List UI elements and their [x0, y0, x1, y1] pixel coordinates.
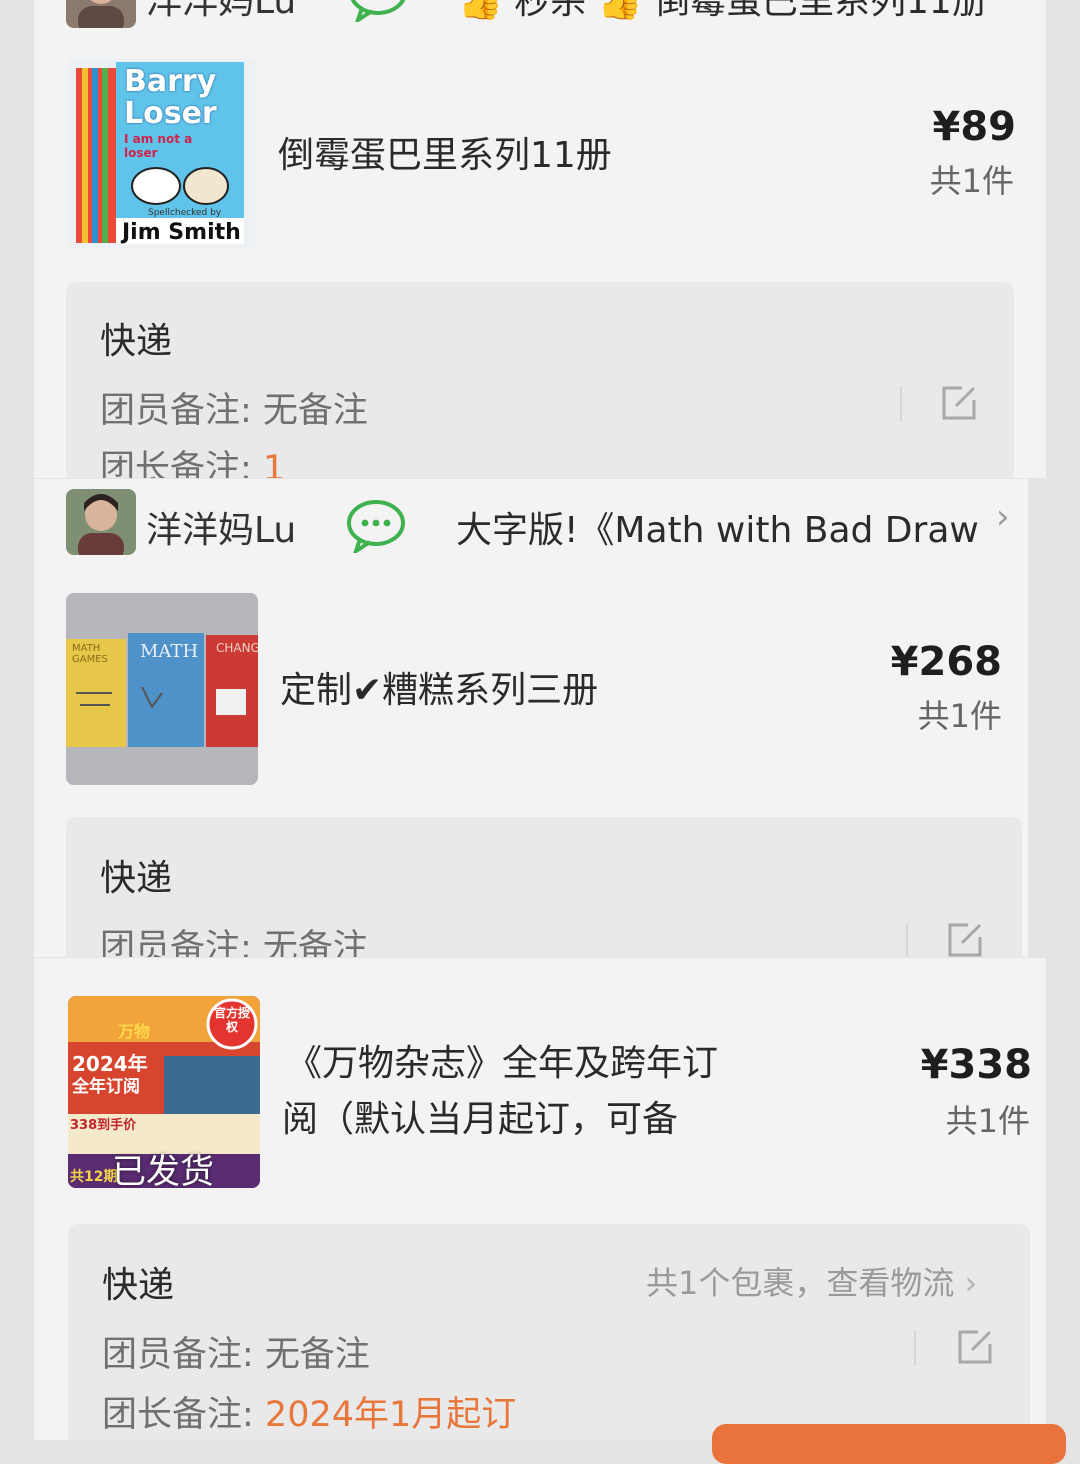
product-quantity: 共1件 [945, 1102, 1030, 1140]
chevron-right-icon[interactable]: › [996, 497, 1010, 537]
shipped-status-overlay: 已发货 [112, 1152, 214, 1188]
leader-note-label: 团长备注: [100, 449, 263, 478]
order-card-2: 洋洋妈Lu 大字版!《Math with Bad Draw › MATH GAM… [34, 479, 1028, 957]
member-note-value: 无备注 [262, 391, 368, 431]
cover-title-2: Loser [124, 96, 217, 131]
product-price: ¥268 [890, 639, 1002, 685]
member-note-label: 团员备注: [100, 928, 263, 957]
product-thumbnail[interactable]: 万物 2024年 全年订阅 官方授权 338到手价 共12期 已发货 [68, 996, 260, 1188]
edit-icon[interactable] [940, 384, 978, 422]
order-card-3: 万物 2024年 全年订阅 官方授权 338到手价 共12期 已发货 《万物杂志… [34, 958, 1046, 1440]
edit-icon[interactable] [946, 921, 984, 957]
member-nickname: 洋洋妈Lu [146, 0, 297, 22]
member-note: 团员备注: 无备注 [100, 382, 368, 433]
product-price: ¥338 [920, 1042, 1032, 1088]
wechat-chat-icon[interactable] [346, 499, 406, 553]
cover-subtitle: I am not a loser [124, 132, 193, 160]
product-quantity: 共1件 [917, 697, 1002, 735]
product-title-line-2[interactable]: 阅（默认当月起订，可备 [282, 1092, 678, 1148]
cover-text-1: 万物 [118, 1022, 151, 1041]
edit-icon[interactable] [956, 1328, 994, 1366]
product-title[interactable]: 倒霉蛋巴里系列11册 [278, 128, 612, 184]
cover-author: Jim Smith [122, 220, 241, 245]
cover-text-6: 共12期 [70, 1169, 118, 1185]
cover-text-2: MATH [140, 641, 199, 662]
cover-text-3: 全年订阅 [72, 1072, 140, 1097]
cover-text-4: 官方授权 [214, 1006, 251, 1034]
leader-note-value: 2024年1月起订 [264, 1395, 517, 1435]
group-buy-title[interactable]: 👍 秒杀 👍 倒霉蛋巴里系列11册 [458, 0, 988, 24]
member-nickname: 洋洋妈Lu [146, 510, 297, 551]
order-card-1: 洋洋妈Lu 👍 秒杀 👍 倒霉蛋巴里系列11册 › Barry Loser I … [34, 0, 1046, 478]
product-title[interactable]: 定制✔糟糕系列三册 [280, 663, 598, 719]
divider [900, 386, 902, 422]
view-logistics-link[interactable]: 共1个包裹，查看物流 › [646, 1258, 977, 1304]
book-set-image [66, 593, 258, 785]
order-header[interactable]: 洋洋妈Lu 👍 秒杀 👍 倒霉蛋巴里系列11册 › [34, 0, 1046, 32]
shipping-method: 快递 [100, 321, 173, 362]
leader-note: 团长备注: 2024年1月起订 [102, 1386, 516, 1437]
member-note-value: 无备注 [264, 1335, 370, 1375]
product-price: ¥89 [932, 104, 1017, 150]
view-logistics-label: 共1个包裹，查看物流 [646, 1264, 955, 1302]
leader-note: 团长备注: 1 [100, 440, 285, 478]
avatar[interactable] [66, 0, 136, 28]
avatar-photo-icon [66, 489, 136, 555]
member-note: 团员备注: 无备注 [102, 1326, 370, 1377]
avatar-photo-icon [66, 0, 136, 28]
member-note-label: 团员备注: [102, 1335, 265, 1375]
divider [914, 1330, 916, 1366]
product-thumbnail[interactable]: Barry Loser I am not a loser Spellchecke… [66, 58, 256, 248]
avatar[interactable] [66, 489, 136, 555]
leader-note-value: 1 [262, 449, 286, 478]
product-thumbnail[interactable]: MATH GAMES MATH CHANG [66, 593, 258, 785]
cover-title-1: Barry [124, 64, 217, 99]
action-button[interactable] [712, 1424, 1066, 1464]
chevron-right-icon[interactable]: › [990, 0, 1004, 8]
member-note-label: 团员备注: [100, 391, 263, 431]
product-title-line-1[interactable]: 《万物杂志》全年及跨年订 [286, 1036, 718, 1092]
cover-author-prefix: Spellchecked by [148, 208, 222, 218]
product-quantity: 共1件 [929, 162, 1014, 200]
member-note-value: 无备注 [262, 928, 368, 957]
cover-text-5: 338到手价 [70, 1118, 137, 1133]
leader-note-label: 团长备注: [102, 1395, 265, 1435]
shipping-method: 快递 [100, 858, 173, 899]
shipping-method: 快递 [102, 1265, 175, 1306]
member-note: 团员备注: 无备注 [100, 919, 368, 957]
cover-text-3: CHANG [216, 641, 258, 655]
wechat-chat-icon[interactable] [348, 0, 408, 22]
group-buy-title[interactable]: 大字版!《Math with Bad Draw [456, 501, 986, 553]
order-header[interactable]: 洋洋妈Lu 大字版!《Math with Bad Draw › [34, 489, 1028, 559]
chevron-right-icon: › [964, 1264, 978, 1302]
cover-text-1: MATH GAMES [72, 643, 108, 665]
divider [906, 923, 908, 957]
